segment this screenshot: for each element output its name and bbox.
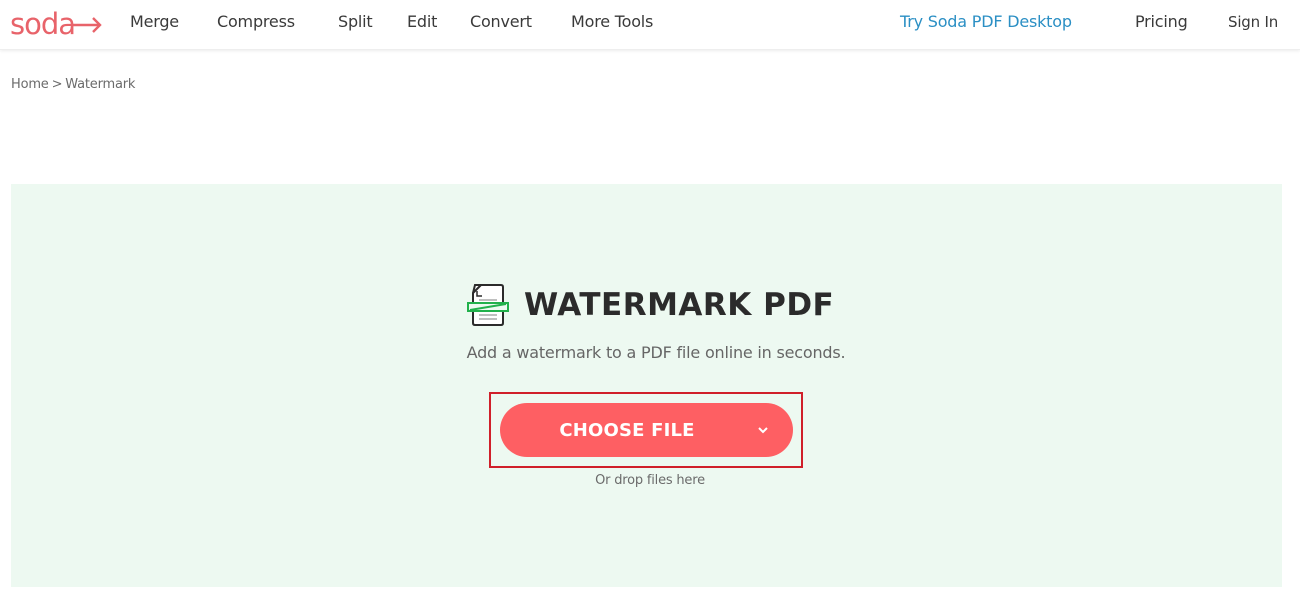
sign-in-link[interactable]: Sign In [1228, 13, 1278, 31]
upload-drop-zone[interactable] [11, 184, 1282, 587]
breadcrumb-current: Watermark [65, 77, 136, 92]
nav-merge[interactable]: Merge [130, 12, 179, 31]
nav-pricing[interactable]: Pricing [1135, 12, 1188, 31]
drop-files-hint: Or drop files here [595, 473, 705, 488]
tool-heading: WATERMARK PDF [466, 282, 834, 328]
tool-subtitle: Add a watermark to a PDF file online in … [466, 343, 846, 362]
nav-more-tools[interactable]: More Tools [571, 12, 653, 31]
page-title: WATERMARK PDF [524, 287, 835, 323]
breadcrumb-separator: > [51, 77, 63, 92]
logo-text: soda [10, 6, 76, 41]
nav-compress[interactable]: Compress [217, 12, 295, 31]
top-navigation-bar: soda Merge Compress Split Edit Convert M… [0, 0, 1300, 50]
choose-file-button[interactable]: CHOOSE FILE [500, 403, 793, 457]
try-soda-desktop-link[interactable]: Try Soda PDF Desktop [900, 12, 1072, 31]
watermark-document-icon [467, 284, 509, 326]
logo-arrow-icon [73, 17, 102, 33]
breadcrumb: Home > Watermark [11, 77, 135, 92]
soda-logo[interactable]: soda [10, 4, 103, 44]
breadcrumb-home[interactable]: Home [11, 77, 49, 92]
nav-split[interactable]: Split [338, 12, 373, 31]
chevron-down-icon[interactable] [756, 424, 770, 436]
nav-edit[interactable]: Edit [407, 12, 437, 31]
choose-file-label: CHOOSE FILE [559, 419, 695, 441]
nav-convert[interactable]: Convert [470, 12, 532, 31]
